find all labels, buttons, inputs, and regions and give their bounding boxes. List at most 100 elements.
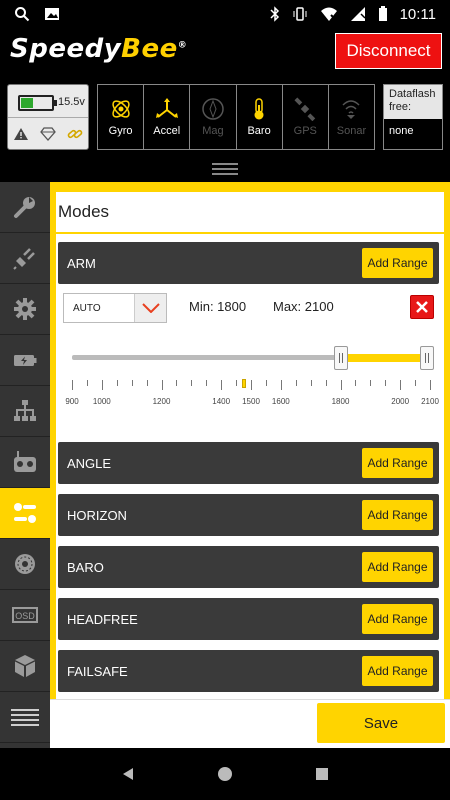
image-icon [45,8,59,20]
recents-icon[interactable] [314,766,330,782]
modes-panel: Modes ARM Add Range AUTO Min: 1800 Max: … [56,192,444,699]
mode-row-baro: BARO Add Range [58,546,439,588]
dataflash-value: none [389,125,414,137]
scale-tick [131,380,133,386]
thermometer-icon [254,98,264,120]
mode-name: HEADFREE [67,612,138,627]
home-icon[interactable] [217,766,233,782]
scale-tick [161,380,163,390]
scale-tick [370,380,372,386]
sidebar-item-menu[interactable] [0,692,50,743]
page-title: Modes [58,202,110,221]
save-button[interactable]: Save [317,703,445,743]
range-slider-min-handle[interactable] [333,346,348,370]
scale-tick [310,380,312,386]
add-range-button[interactable]: Add Range [362,248,433,278]
menu-icon [11,709,39,726]
scale-tick [221,380,223,390]
current-value-marker [241,379,246,388]
disconnect-button[interactable]: Disconnect [335,33,442,69]
sidebar-item-motors[interactable] [0,539,50,590]
sidebar-item-osd[interactable]: OSD [0,590,50,641]
scale-tick [415,380,417,386]
sidebar-item-modes[interactable] [0,488,50,539]
scale-tick [355,380,357,386]
sensor-panel: 15.5v Gyro Accel Mag Baro GPS Sonar Data… [0,76,450,156]
scale-tick [86,380,88,386]
compass-icon [202,98,224,120]
sidebar-item-transmitter[interactable] [0,437,50,488]
scale-tick-label: 2100 [421,397,439,406]
signal-icon [350,7,366,21]
top-bar: SpeedyBee® Disconnect [0,28,450,76]
scale-tick-label: 1800 [331,397,350,406]
search-icon [15,7,30,22]
sensor-accel: Accel [144,85,191,149]
scale-tick [116,380,118,386]
scale-tick-label: 1400 [212,397,231,406]
scale-tick [191,380,193,386]
range-slider-fill [340,354,430,362]
range-slider-max-handle[interactable] [420,346,434,370]
dataflash-box: Dataflash free: none [383,84,443,150]
diamond-icon [40,126,56,141]
scale-tick [72,380,73,390]
wrench-icon [14,197,35,218]
scale-tick [101,380,103,390]
range-min-label: Min: 1800 [189,299,247,314]
remove-range-button[interactable] [410,295,434,319]
add-range-button[interactable]: Add Range [362,604,433,634]
range-editor: AUTO Min: 1800 Max: 2100 900 1000 1200 1400… [58,285,439,437]
mode-name: ARM [67,256,96,271]
modes-content: Modes ARM Add Range AUTO Min: 1800 Max: … [50,182,450,699]
range-scale [72,380,431,392]
clock: 10:11 [399,5,436,23]
close-icon [416,301,428,313]
sonar-icon [342,100,360,119]
scale-tick [400,380,402,390]
title-divider [56,232,444,234]
sensor-baro: Baro [237,85,283,149]
mode-row-failsafe: FAILSAFE Add Range [58,650,439,692]
battery-box: 15.5v [7,84,89,150]
scale-tick [176,380,178,386]
scale-tick [236,380,238,386]
battery-indicator [18,95,57,111]
mode-name: HORIZON [67,508,127,523]
sensor-mag: Mag [190,85,237,149]
sidebar-item-setup[interactable] [0,182,50,233]
plug-icon [13,248,35,270]
sensor-gyro: Gyro [98,85,145,149]
app-logo: SpeedyBee® [10,34,188,64]
drawer-handle[interactable] [0,156,450,182]
sidebar: OSD [0,182,50,748]
controller-icon [14,451,36,472]
satellite-icon [294,97,316,121]
mode-row-arm: ARM Add Range [58,242,439,284]
mode-name: ANGLE [67,456,112,471]
sidebar-item-battery[interactable] [0,335,50,386]
warning-icon [14,127,29,140]
sidebar-item-receiver[interactable] [0,386,50,437]
scale-tick [325,380,327,386]
add-range-button[interactable]: Add Range [362,552,433,582]
mode-row-horizon: HORIZON Add Range [58,494,439,536]
add-range-button[interactable]: Add Range [362,500,433,530]
mode-name: FAILSAFE [67,664,128,679]
channel-select[interactable]: AUTO [63,293,167,323]
accel-icon [155,98,178,118]
sidebar-item-configuration[interactable] [0,284,50,335]
sensor-gps: GPS [283,85,329,149]
add-range-button[interactable]: Add Range [362,448,433,478]
add-range-button[interactable]: Add Range [362,656,433,686]
sensor-sonar: Sonar [329,85,374,149]
battery-status-icon [378,6,387,21]
sidebar-item-power[interactable] [0,233,50,284]
range-slider-track[interactable] [72,346,434,370]
scale-tick [251,380,252,390]
sidebar-item-blackbox[interactable] [0,641,50,692]
vibrate-icon [293,7,307,21]
gear-icon [14,298,36,320]
back-icon[interactable] [120,766,136,782]
battery-voltage: 15.5v [58,96,85,108]
